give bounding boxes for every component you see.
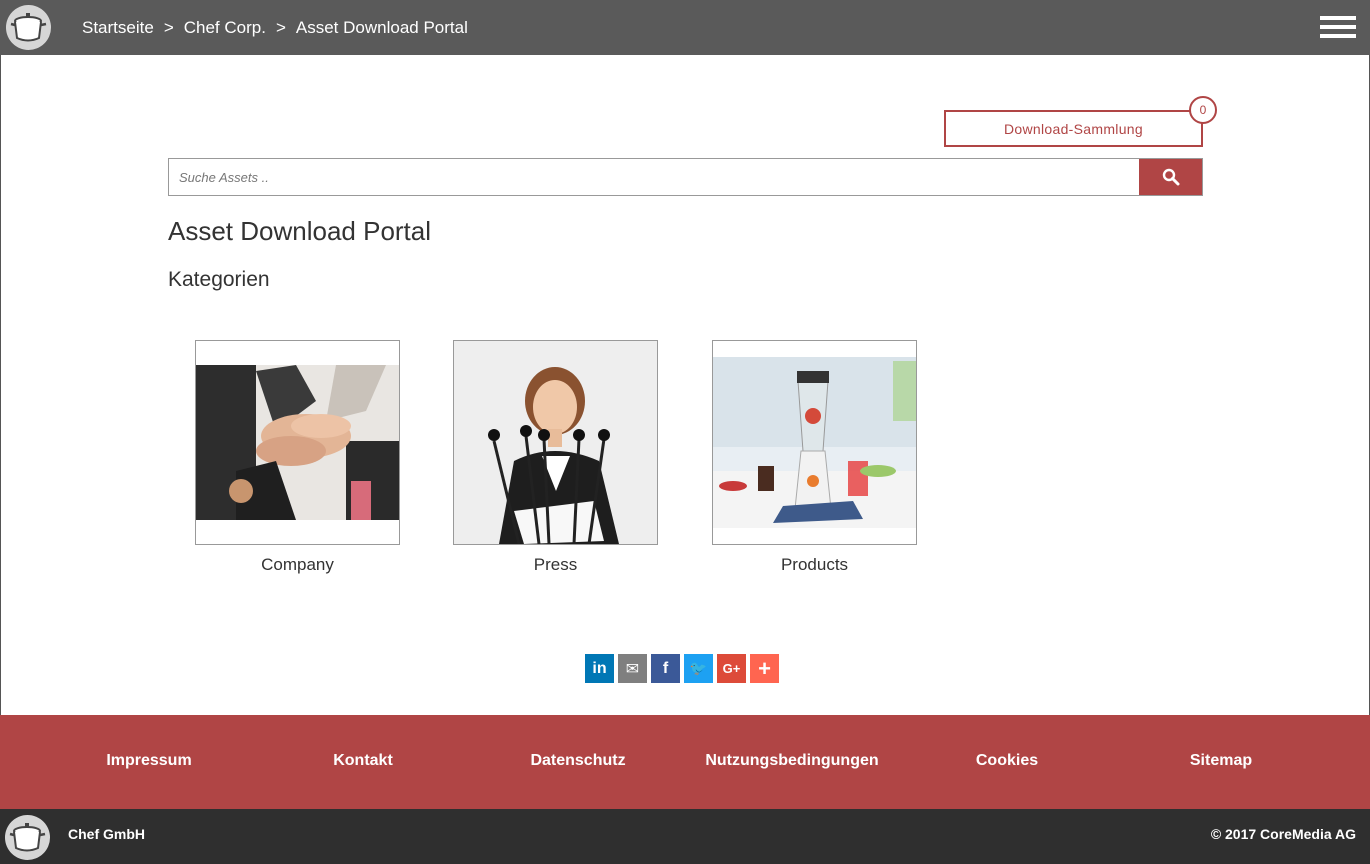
- category-press[interactable]: Press: [453, 340, 658, 575]
- category-label: Products: [780, 555, 849, 574]
- footer-link-nutzungsbedingungen[interactable]: Nutzungsbedingungen: [705, 752, 878, 770]
- breadcrumb-separator: >: [163, 17, 174, 37]
- facebook-icon[interactable]: f: [651, 654, 680, 683]
- search-input[interactable]: [169, 159, 1139, 195]
- blender-kitchen-photo: [712, 340, 917, 545]
- breadcrumb: Startseite > Chef Corp. > Asset Download…: [82, 0, 468, 55]
- twitter-icon[interactable]: 🐦: [684, 654, 713, 683]
- search-icon: [1162, 168, 1179, 186]
- cooking-pot-icon[interactable]: [5, 815, 50, 860]
- breadcrumb-chef-corp[interactable]: Chef Corp.: [184, 18, 266, 38]
- footer-bottom: Chef GmbH © 2017 CoreMedia AG: [0, 809, 1370, 864]
- footer-link-sitemap[interactable]: Sitemap: [1190, 752, 1252, 770]
- search-button[interactable]: [1139, 159, 1202, 195]
- footer-nav: Impressum Kontakt Datenschutz Nutzungsbe…: [0, 715, 1370, 809]
- hamburger-menu-icon[interactable]: [1320, 16, 1356, 40]
- breadcrumb-separator: >: [275, 17, 286, 37]
- footer-link-kontakt[interactable]: Kontakt: [333, 752, 393, 770]
- breadcrumb-startseite[interactable]: Startseite: [82, 18, 154, 38]
- section-title: Kategorien: [168, 268, 270, 291]
- linkedin-icon[interactable]: in: [585, 654, 614, 683]
- footer-link-cookies[interactable]: Cookies: [976, 752, 1038, 770]
- category-label: Press: [533, 555, 578, 574]
- footer-link-datenschutz[interactable]: Datenschutz: [530, 752, 625, 770]
- header: Startseite > Chef Corp. > Asset Download…: [0, 0, 1370, 55]
- email-icon[interactable]: ✉: [618, 654, 647, 683]
- more-share-icon[interactable]: +: [750, 654, 779, 683]
- category-company[interactable]: Company: [195, 340, 400, 575]
- category-label: Company: [261, 555, 334, 574]
- social-share-bar: in ✉ f 🐦 G+ +: [585, 654, 783, 683]
- breadcrumb-current: Asset Download Portal: [295, 17, 468, 37]
- footer-link-impressum[interactable]: Impressum: [106, 752, 191, 770]
- press-conference-photo: [453, 340, 658, 545]
- google-plus-icon[interactable]: G+: [717, 654, 746, 683]
- download-count-badge: 0: [1189, 96, 1217, 124]
- category-products[interactable]: Products: [712, 340, 917, 575]
- page-title: Asset Download Portal: [168, 216, 432, 246]
- cooking-pot-icon[interactable]: [6, 5, 51, 50]
- download-collection-button[interactable]: Download-Sammlung: [944, 110, 1203, 147]
- teamwork-hands-photo: [195, 340, 400, 545]
- company-name: Chef GmbH: [68, 826, 145, 842]
- copyright: © 2017 CoreMedia AG: [1210, 826, 1356, 842]
- search-bar: [168, 158, 1203, 196]
